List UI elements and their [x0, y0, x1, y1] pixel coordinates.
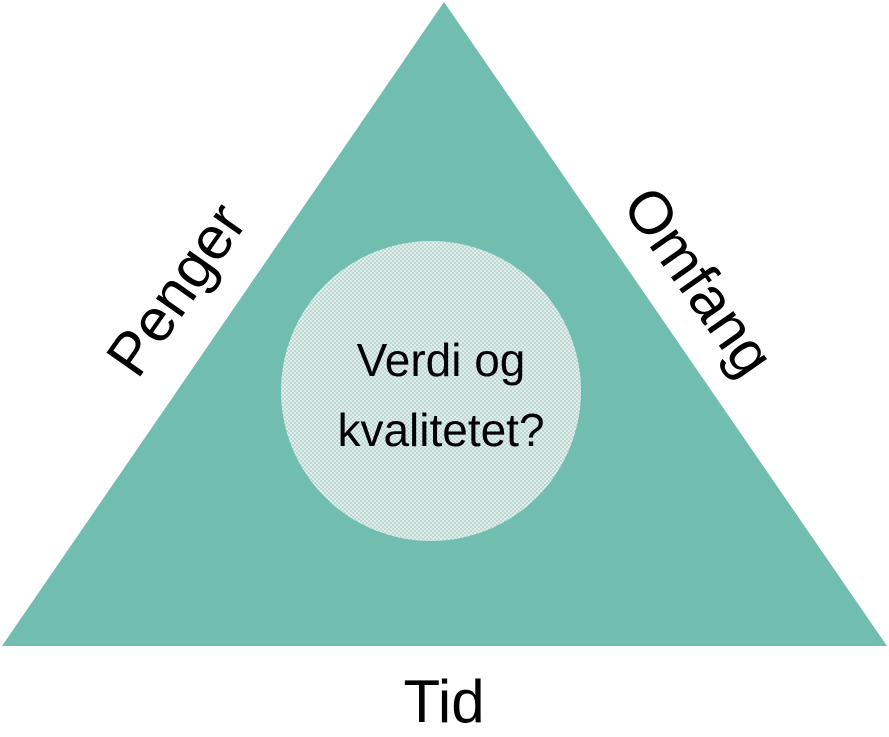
center-text-line-2: kvalitetet?: [337, 404, 544, 456]
center-text-line-1: Verdi og: [357, 334, 526, 386]
bottom-label: Tid: [403, 668, 484, 735]
project-triangle-diagram: Penger Omfang Tid Verdi og kvalitetet?: [2, 2, 887, 735]
center-circle: [281, 241, 581, 541]
